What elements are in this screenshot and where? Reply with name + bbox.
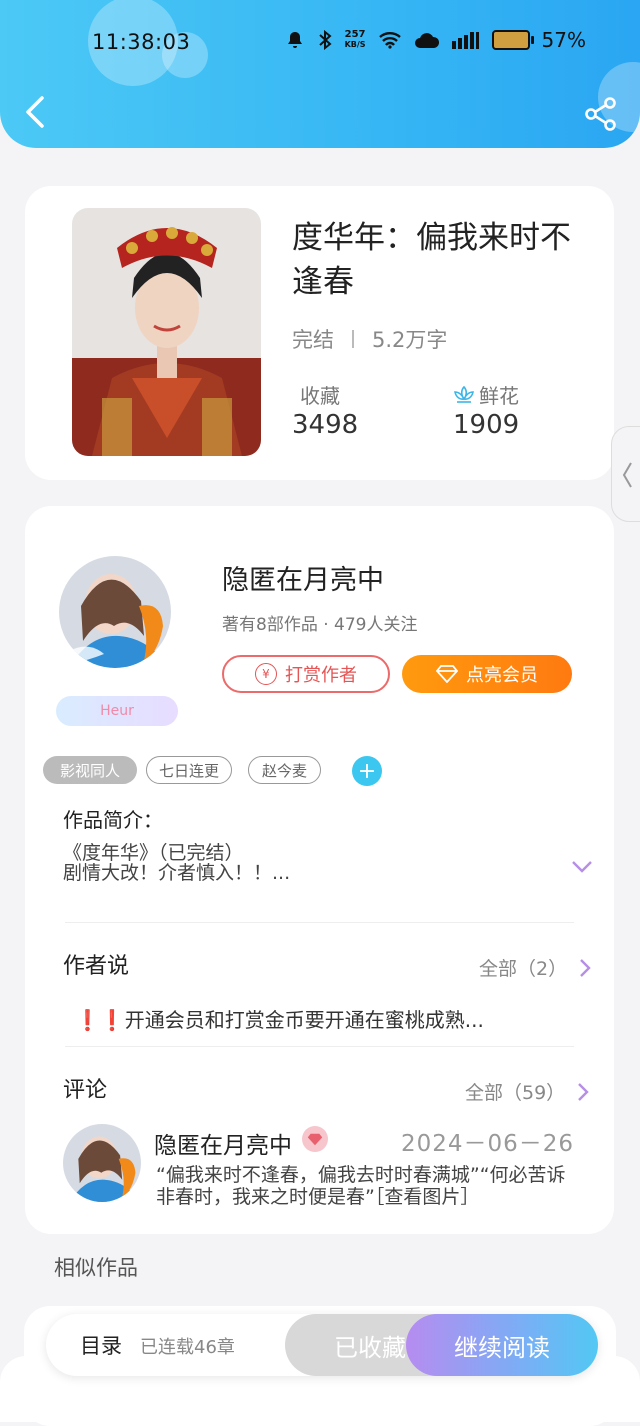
book-status: 完结 [292,328,334,352]
top-header: 11:38:03 257 KB/S 57% [0,0,640,148]
book-title: 度华年：偏我来时不逢春 [292,220,571,300]
chevron-down-icon[interactable] [571,860,593,874]
intro-text[interactable]: 《度年华》（已完结） 剧情大改！介者慎入！！... [63,843,290,883]
chevron-right-icon [580,958,591,977]
intro-line: 剧情大改！介者慎入！！... [63,862,291,884]
signal-icon [451,32,479,49]
tag-item[interactable]: 赵今麦 [248,756,321,784]
similar-works-title: 相似作品 [54,1256,138,1280]
meta-divider [352,330,354,348]
flower-stat[interactable]: 鲜花 [453,380,519,409]
comment-text[interactable]: “偏我来时不逢春，偏我去时时春满城”“何必苦诉非春时，我来之时便是春”［查看图片… [156,1164,566,1208]
intro-title: 作品简介： [63,808,163,832]
author-avatar[interactable] [59,556,171,668]
toc-button[interactable]: 目录 [80,1330,122,1360]
continue-reading-button[interactable]: 继续阅读 [406,1314,598,1376]
author-nameplate: Heur [56,696,178,726]
tip-author-label: 打赏作者 [285,665,357,686]
bluetooth-icon [318,30,332,50]
comments-title: 评论 [63,1078,108,1103]
bottom-action-bar: 目录 已连载46章 已收藏 继续阅读 [46,1314,598,1376]
tag-item[interactable]: 七日连更 [146,756,232,784]
author-detail-card: Heur 隐匿在月亮中 著有8部作品 · 479人关注 ¥ 打赏作者 点亮会员 … [25,506,614,1234]
network-speed: 257 KB/S [344,29,366,50]
diamond-icon [307,1133,323,1145]
book-meta: 完结 5.2万字 [292,324,447,354]
intro-line: 《度年华》（已完结） [63,842,244,864]
battery-icon [491,30,534,50]
comments-all-label: 全部（59） [465,1082,566,1104]
wifi-icon [378,32,401,49]
status-time: 11:38:03 [92,30,191,54]
collect-label: 收藏 [300,384,340,408]
vip-button[interactable]: 点亮会员 [402,655,572,693]
comments-all-link[interactable]: 全部（59） [465,1078,589,1105]
commenter-avatar[interactable] [63,1124,141,1202]
lotus-flower-icon [454,385,474,403]
book-info-card: 度华年：偏我来时不逢春 完结 5.2万字 收藏 3498 鲜花 1909 [25,186,614,480]
author-says-content[interactable]: ❗❗开通会员和打赏金币要开通在蜜桃成熟... [75,1004,484,1033]
book-cover-image[interactable] [72,208,261,456]
author-says-title: 作者说 [63,954,130,979]
vip-diamond-badge [302,1126,328,1152]
commenter-name[interactable]: 隐匿在月亮中 [154,1126,292,1160]
divider [65,1046,574,1047]
author-name[interactable]: 隐匿在月亮中 [222,558,384,597]
book-word-count: 5.2万字 [372,328,448,352]
vip-label: 点亮会员 [466,665,538,686]
chevron-right-icon [578,1082,589,1101]
flower-count: 1909 [453,410,520,440]
cloud-icon [414,33,439,48]
divider [65,922,574,923]
flower-label: 鲜花 [479,384,519,408]
comment-date: 2024－06－26 [401,1131,575,1157]
diamond-icon [436,665,458,683]
tip-author-button[interactable]: ¥ 打赏作者 [222,655,390,693]
collect-count: 3498 [292,410,359,440]
chevron-left-icon [622,462,632,488]
battery-percent: 57% [541,28,586,52]
author-says-all-label: 全部（2） [479,958,568,980]
side-drawer-handle[interactable] [611,426,640,522]
mute-bell-icon [287,32,302,48]
tag-item[interactable]: 影视同人 [43,756,137,784]
add-tag-button[interactable]: + [352,756,382,786]
status-icons: 257 KB/S 57% [285,28,586,52]
coin-icon: ¥ [255,663,277,685]
back-arrow-icon[interactable] [20,92,50,132]
share-icon[interactable] [584,96,618,132]
author-says-all-link[interactable]: 全部（2） [479,954,591,981]
author-summary: 著有8部作品 · 479人关注 [222,615,418,635]
chapter-count: 已连载46章 [140,1337,235,1358]
